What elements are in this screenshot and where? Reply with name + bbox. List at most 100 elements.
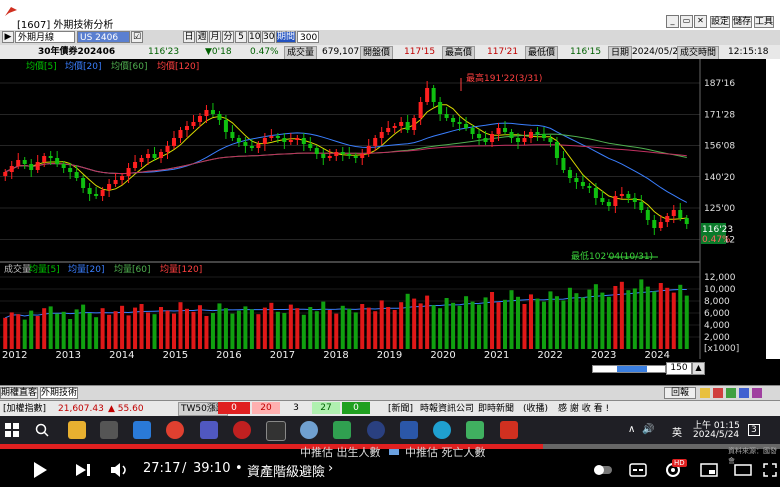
search-icon[interactable] [35,423,49,437]
miniplayer-icon[interactable] [700,463,718,477]
volume-bar [81,304,86,349]
count-input[interactable]: 300 [297,31,319,43]
checkbox-icon[interactable]: ☑ [131,31,143,43]
edge-icon[interactable] [433,421,451,439]
volume-bar [399,302,404,349]
candle-body [438,102,443,114]
restore-button[interactable]: ▭ [680,15,693,28]
candle-body [412,118,417,130]
candle-body [678,210,683,218]
close-button[interactable]: ✕ [694,15,707,28]
index-change: ▲ 55.60 [108,404,144,414]
play-icon[interactable] [32,461,48,479]
candle-body [146,154,151,158]
volume-bar [295,308,300,349]
year-label: 2021 [484,350,509,359]
period-5-button[interactable]: 5 [235,31,247,43]
candle-body [451,118,456,122]
candle-body [171,138,177,146]
period-select[interactable]: 外期月線 [15,31,75,43]
chart-scrollbar[interactable] [592,365,666,373]
app-sheet-icon[interactable] [466,421,484,439]
period-day-button[interactable]: 日 [183,31,195,43]
candle-body [379,132,384,138]
period-minute-button[interactable]: 分 [222,31,234,43]
app-red-icon[interactable] [233,421,251,439]
chrome-icon[interactable] [166,421,184,439]
chapter-chevron-icon[interactable]: › [328,461,333,476]
volume-bar [464,296,469,349]
app-green-icon[interactable] [333,421,351,439]
trading-app-icon[interactable] [500,421,518,439]
volume-bar [165,310,170,349]
theater-icon[interactable] [734,463,752,477]
volume-bar [347,308,352,349]
autoplay-toggle-icon[interactable] [593,463,613,477]
fullscreen-icon[interactable] [763,463,777,477]
volume-tray-icon[interactable]: 🔊 [642,424,654,435]
volume-bar [100,308,105,349]
candle-body [81,178,86,188]
index-value: 21,607.43 [58,404,104,414]
file-explorer-icon[interactable] [68,421,86,439]
price-legend-item: 均價[20] [65,60,101,72]
language-indicator[interactable]: 英 [672,424,682,439]
settings-button[interactable]: 設定 [710,16,730,28]
volume-bar [55,313,60,349]
terminal-icon[interactable] [266,421,286,441]
volume-bar [626,290,631,349]
photos-icon[interactable] [133,421,151,439]
app-globe-icon[interactable] [300,421,318,439]
volume-tick-label: 8,000 [704,297,730,307]
tray-chevron-icon[interactable]: ∧ [628,424,635,435]
tab-options[interactable]: 期權直客 [0,387,38,399]
notification-badge[interactable]: 3 [748,424,760,436]
tool-icon-5[interactable] [752,388,762,398]
next-icon[interactable] [75,463,91,477]
volume-bar [321,301,326,349]
tool-icon-4[interactable] [739,388,749,398]
volume-legend-item: 均量[60] [114,263,150,275]
toolbar: ▶ 外期月線 US 2406 ☑ 日 週 月 分 5 10 30 期間 300 [0,30,780,46]
save-button[interactable]: 儲存 [732,16,752,28]
tool-icon-1[interactable] [700,388,710,398]
period-range-button[interactable]: 期間 [276,31,296,43]
settings-gear-icon[interactable] [100,421,118,439]
year-label: 2023 [591,350,616,359]
price-chart[interactable]: 187'16171'28156'08140'20125'00109'12 12,… [0,59,780,359]
low-value: 116'15 [570,47,602,57]
tool-icon-2[interactable] [713,388,723,398]
candle-body [515,138,521,142]
captions-icon[interactable] [629,463,647,477]
period-10-button[interactable]: 10 [248,31,261,43]
candle-body [308,144,313,148]
volume-bar [29,310,34,349]
zoom-input[interactable]: 150 [666,362,692,375]
period-30-button[interactable]: 30 [262,31,275,43]
panel-toggle-icon[interactable]: ▶ [2,31,14,43]
scrollbar-thumb[interactable] [617,366,647,372]
word-icon[interactable] [400,421,418,439]
teams-icon[interactable] [200,421,218,439]
app-blue-icon[interactable] [367,421,385,439]
period-week-button[interactable]: 週 [196,31,208,43]
report-button[interactable]: 回報 [664,387,696,399]
tab-futures-tech[interactable]: 外期技術 [40,387,78,399]
volume-bar [632,288,637,349]
tool-icon-3[interactable] [726,388,736,398]
tools-button[interactable]: 工具 [754,16,774,28]
candle-body [314,148,319,154]
zoom-in-button[interactable]: ▲ [692,362,705,375]
symbol-input[interactable]: US 2406 [77,31,130,43]
minimize-button[interactable]: _ [666,15,679,28]
volume-bar [412,298,417,349]
volume-icon[interactable] [110,462,130,478]
right-scroll-strip[interactable] [766,59,780,359]
video-player-bar: 中推估 出生人數 中推估 死亡人數 資料來源：國發會 27:17 / 39:10… [0,444,780,487]
clock-date[interactable]: 2024/5/24 [693,430,739,440]
window-title-bar: [1607] 外期技術分析 _ ▭ ✕ 設定 儲存 工具 [10,15,774,31]
period-month-button[interactable]: 月 [209,31,221,43]
volume-bar [613,286,618,349]
volume-bar [438,308,443,349]
windows-start-icon[interactable] [5,423,19,437]
